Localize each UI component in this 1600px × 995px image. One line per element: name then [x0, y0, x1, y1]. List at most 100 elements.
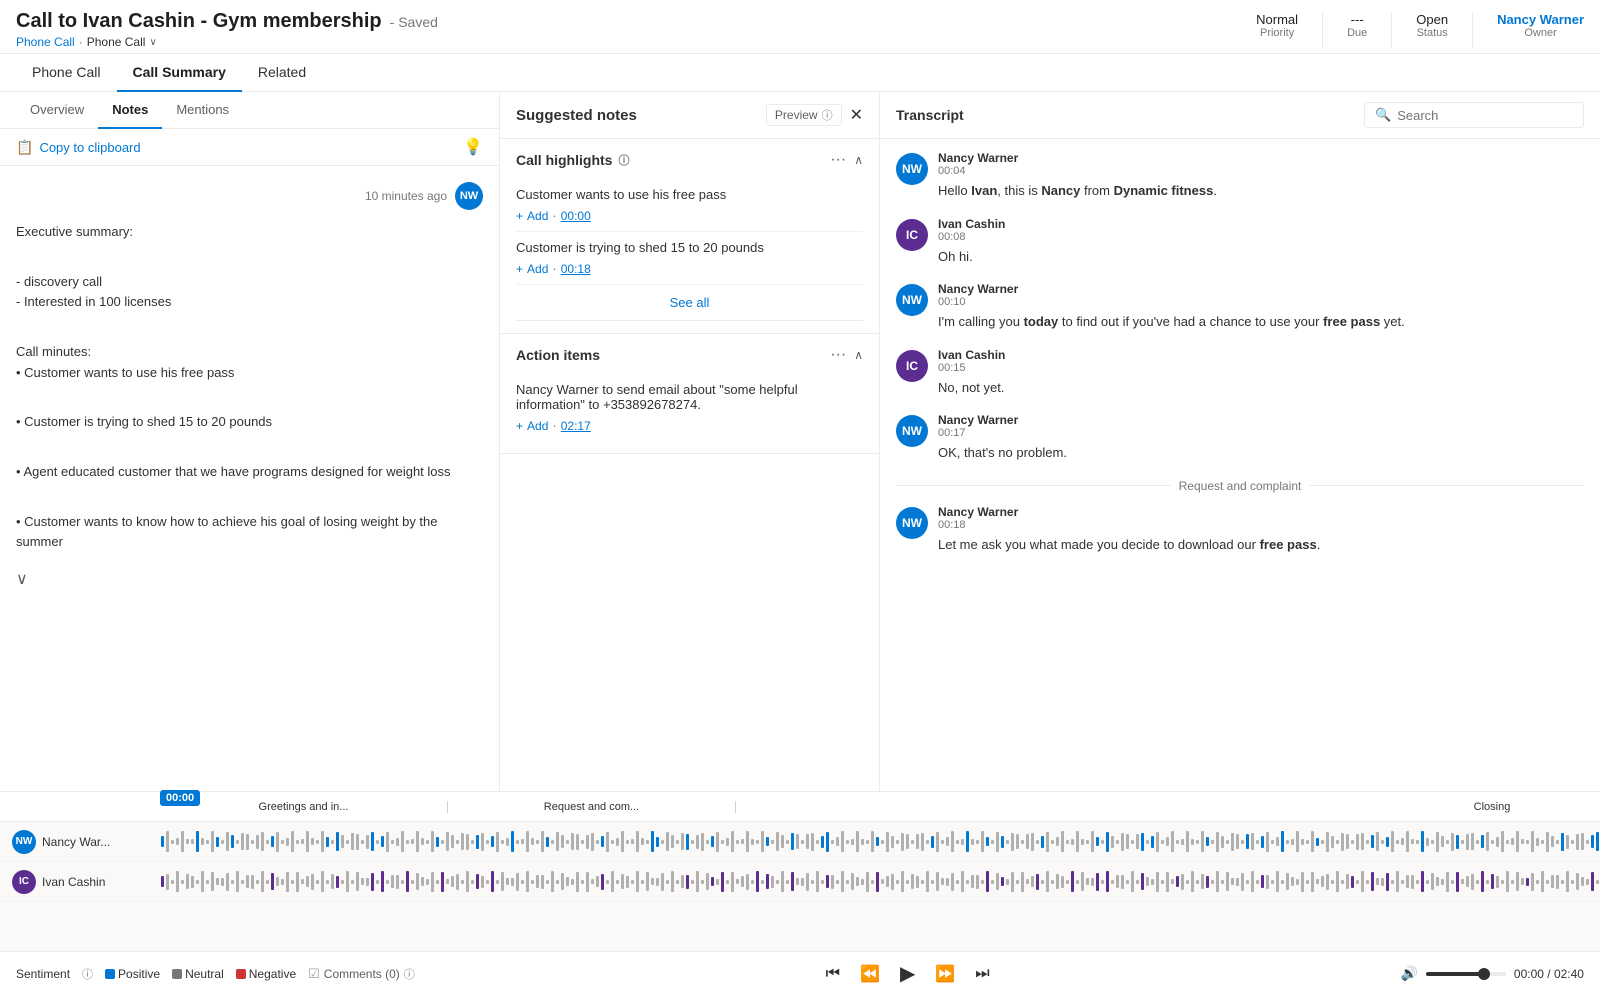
waveform-bar	[991, 880, 994, 884]
waveform-bar	[1461, 840, 1464, 844]
waveform-bar	[1171, 831, 1174, 852]
tab-related[interactable]: Related	[242, 54, 322, 92]
waveform-bar	[431, 831, 434, 852]
owner-meta: Nancy Warner Owner	[1497, 12, 1584, 39]
waveform-bar	[886, 832, 889, 852]
waveform-bar	[441, 872, 444, 892]
transcript-search-input[interactable]	[1397, 108, 1567, 123]
waveform-bar	[961, 871, 964, 892]
title-section: Call to Ivan Cashin - Gym membership - S…	[16, 10, 438, 49]
waveform-bar	[631, 880, 634, 884]
skip-to-end-button[interactable]: ⏭	[971, 961, 993, 987]
suggested-notes-close-button[interactable]: ✕	[850, 105, 863, 125]
sub-tab-mentions[interactable]: Mentions	[162, 92, 243, 129]
play-button[interactable]: ▶	[896, 957, 919, 990]
waveform-bar	[1091, 831, 1094, 852]
waveform-bar	[1471, 874, 1474, 890]
waveform-bar	[551, 871, 554, 892]
comments-button[interactable]: ☑ Comments (0) ⓘ	[308, 966, 415, 982]
waveform-bar	[756, 840, 759, 844]
tab-phone-call[interactable]: Phone Call	[16, 54, 117, 92]
timestamp-2[interactable]: 00:18	[561, 262, 591, 276]
waveform-bar	[741, 876, 744, 887]
waveform-bar	[1181, 874, 1184, 890]
volume-thumb	[1478, 968, 1490, 980]
waveform-bar	[1076, 880, 1079, 884]
volume-slider[interactable]	[1426, 972, 1506, 976]
waveform-bar	[861, 879, 864, 885]
sub-tab-notes[interactable]: Notes	[98, 92, 162, 129]
waveform-bar	[836, 880, 839, 884]
waveform-bar	[1266, 832, 1269, 852]
sub-tab-overview[interactable]: Overview	[16, 92, 98, 129]
waveform-bar	[1481, 871, 1484, 892]
entry-text-6: Let me ask you what made you decide to d…	[938, 535, 1584, 555]
transcript-search-box[interactable]: 🔍	[1364, 102, 1584, 128]
waveform-bar	[831, 875, 834, 889]
waveform-bar	[896, 840, 899, 844]
waveform-track-ic[interactable]	[160, 868, 1600, 896]
see-all-button[interactable]: See all	[516, 285, 863, 321]
waveform-bar	[186, 874, 189, 889]
waveform-bar	[1546, 832, 1549, 852]
owner-value[interactable]: Nancy Warner	[1497, 12, 1584, 27]
waveform-bar	[671, 835, 674, 848]
add-action-1-button[interactable]: + Add	[516, 419, 548, 433]
timestamp-1[interactable]: 00:00	[561, 209, 591, 223]
waveform-bar	[1441, 879, 1444, 885]
tab-call-summary[interactable]: Call Summary	[117, 54, 242, 92]
waveform-bar	[1216, 832, 1219, 852]
timeline-sections-row: 00:00 Greetings and in... Request and co…	[0, 792, 1600, 822]
expand-notes-icon[interactable]: ∨	[16, 569, 28, 589]
waveform-bar	[956, 840, 959, 844]
waveform-bar	[1286, 840, 1289, 844]
action-items-more-button[interactable]: ···	[830, 346, 846, 364]
waveform-bar	[1486, 832, 1489, 851]
breadcrumb-dropdown-icon[interactable]: ∨	[149, 37, 156, 48]
call-highlights-more-button[interactable]: ···	[830, 151, 846, 169]
waveform-bar	[161, 876, 164, 887]
waveform-bar	[276, 877, 279, 886]
waveform-bar	[496, 832, 499, 852]
breadcrumb-item-2[interactable]: Phone Call	[87, 35, 146, 49]
rewind-button[interactable]: ⏪	[856, 960, 884, 988]
waveform-bar	[1596, 832, 1599, 851]
waveform-bar	[191, 876, 194, 888]
waveform-bar	[1291, 839, 1294, 845]
waveform-bar	[441, 840, 444, 844]
add-highlight-2-button[interactable]: + Add	[516, 262, 548, 276]
status-meta: Open Status	[1416, 12, 1448, 39]
waveform-bar	[206, 840, 209, 844]
waveform-bar	[1121, 875, 1124, 889]
waveform-bar	[196, 880, 199, 884]
action-items-collapse-button[interactable]: ∧	[854, 348, 863, 362]
breadcrumb-item-1[interactable]: Phone Call	[16, 35, 75, 49]
total-time: 02:40	[1554, 967, 1584, 981]
waveform-bar	[781, 871, 784, 892]
fast-forward-button[interactable]: ⏩	[931, 960, 959, 988]
waveform-bar	[866, 840, 869, 844]
waveform-label-ic: Ivan Cashin	[42, 875, 105, 889]
lightbulb-icon[interactable]: 💡	[463, 137, 483, 157]
preview-badge[interactable]: Preview ⓘ	[766, 104, 842, 126]
action-timestamp-1[interactable]: 02:17	[561, 419, 591, 433]
add-highlight-1-button[interactable]: + Add	[516, 209, 548, 223]
waveform-bar	[271, 836, 274, 847]
waveform-bar	[816, 840, 819, 844]
waveform-bar	[1346, 834, 1349, 849]
waveform-bar	[406, 871, 409, 892]
copy-to-clipboard-button[interactable]: 📋 Copy to clipboard	[16, 139, 141, 156]
waveform-bar	[966, 880, 969, 884]
waveform-bar	[1541, 840, 1544, 844]
waveform-track-nw[interactable]	[160, 828, 1600, 856]
waveform-bar	[1226, 872, 1229, 891]
waveform-bar	[1186, 880, 1189, 884]
time-marker: 00:00	[160, 790, 200, 806]
waveform-bar	[311, 874, 314, 890]
waveform-bar	[596, 840, 599, 844]
call-highlights-collapse-button[interactable]: ∧	[854, 153, 863, 167]
waveform-bar	[1591, 872, 1594, 891]
preview-info-icon: ⓘ	[822, 107, 833, 123]
skip-to-start-button[interactable]: ⏮	[822, 961, 844, 987]
waveform-bar	[981, 831, 984, 852]
